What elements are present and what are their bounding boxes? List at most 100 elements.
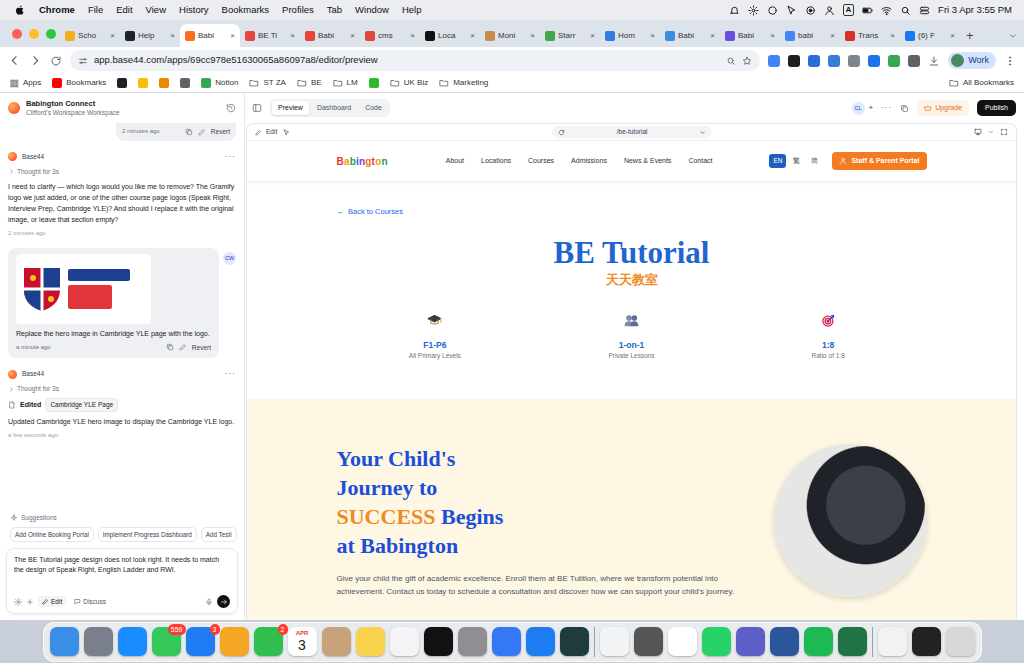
suggestion-chip[interactable]: Add Online Booking Portal [10,527,94,542]
url-text[interactable]: app.base44.com/apps/69cc978e51630065a860… [94,53,720,67]
star-icon[interactable] [742,56,752,66]
dock-app-icon[interactable] [390,627,419,656]
route-selector[interactable]: /be-tutorial [552,126,712,138]
edited-file-chip[interactable]: Cambridge YLE Page [45,398,118,412]
dock-app-icon[interactable] [50,627,79,656]
dock-app-icon[interactable] [356,627,385,656]
language-option[interactable]: EN [769,154,786,168]
bookmark[interactable] [180,78,190,88]
forward-icon[interactable] [29,54,42,67]
dock-app-icon[interactable] [878,627,907,656]
battery-icon[interactable] [862,5,873,16]
copy-icon[interactable] [900,104,909,113]
upgrade-button[interactable]: Upgrade [917,100,969,117]
tab-label[interactable]: cms [378,30,407,42]
extension-icon[interactable] [888,55,900,67]
menu-item[interactable]: Window [355,3,389,17]
tab-close-button[interactable]: × [710,30,715,42]
message-menu[interactable]: ··· [225,368,236,380]
extension-icon[interactable] [908,55,920,67]
chat-input[interactable]: The BE Tutorial page design does not loo… [6,548,238,614]
send-arrow-icon[interactable] [217,595,230,608]
chat-input-text[interactable]: The BE Tutorial page design does not loo… [14,555,230,595]
nav-link[interactable]: Contact [688,156,712,167]
record-icon[interactable] [805,5,816,16]
bookmark[interactable] [117,78,127,88]
tab-close-button[interactable]: × [650,30,655,42]
app-menu[interactable]: Chrome [39,3,75,17]
menu-item[interactable]: View [146,3,166,17]
site-logo[interactable]: Babington [337,154,388,169]
profile-button[interactable]: Work [948,52,996,70]
back-arrow[interactable]: ← [337,207,345,217]
calendar-app-icon[interactable]: APR3 [288,627,317,656]
site-settings-icon[interactable] [78,56,88,66]
address-bar[interactable]: app.base44.com/apps/69cc978e51630065a860… [70,50,760,71]
menu-item[interactable]: Profiles [282,3,314,17]
tab-label[interactable]: babi [798,30,827,42]
mode-button[interactable]: Discuss [70,596,110,608]
tab-close-button[interactable]: × [350,30,355,42]
browser-tab[interactable]: Moni× [480,24,540,47]
profile-name[interactable]: Work [968,54,989,68]
dock-app-icon[interactable] [770,627,799,656]
tab-label[interactable]: Loca [438,30,467,42]
portal-button[interactable]: Staff & Parent Portal [832,152,926,171]
tab-close-button[interactable]: × [830,30,835,42]
bookmark[interactable]: LM [333,77,358,89]
cursor-icon[interactable] [786,5,797,16]
browser-tab[interactable]: Trans× [840,24,900,47]
gear-icon[interactable] [748,5,759,16]
dock-app-icon[interactable] [600,627,629,656]
dock-app-icon[interactable] [804,627,833,656]
bookmark[interactable]: Notion [201,77,238,89]
back-icon[interactable] [8,54,21,67]
fullscreen-icon[interactable] [1000,128,1008,136]
dock-app-icon[interactable] [736,627,765,656]
clock[interactable]: Fri 3 Apr 3:55 PM [938,3,1012,17]
plus-icon[interactable] [26,598,34,606]
suggestion-chip[interactable]: Implement Progress Dashboard [98,527,197,542]
thought-toggle[interactable]: Thought for 3s [8,167,236,177]
nav-link[interactable]: About [446,156,464,167]
bookmark[interactable] [369,78,379,88]
menu-item[interactable]: Help [402,3,422,17]
nav-link[interactable]: Locations [481,156,511,167]
dock-app-icon[interactable] [84,627,113,656]
apple-logo-icon[interactable] [14,4,26,16]
gear-icon[interactable] [14,598,22,606]
tab-close-button[interactable]: × [170,30,175,42]
language-option[interactable]: 繁 [789,154,804,168]
tab-label[interactable]: BE Ti [258,30,287,42]
project-name[interactable]: Babington Connect [26,99,119,108]
browser-tab[interactable]: cms× [360,24,420,47]
extension-icon[interactable] [808,55,820,67]
tab-close-button[interactable]: × [470,30,475,42]
bookmark-label[interactable]: LM [347,77,358,89]
thought-label[interactable]: Thought for 3s [17,167,59,177]
extension-icon[interactable] [768,55,780,67]
thought-toggle[interactable]: Thought for 3s [8,384,236,394]
project-title[interactable]: Babington ConnectClifford's Workspace Wo… [26,99,119,117]
language-option[interactable]: 简 [807,154,822,168]
bookmark-label[interactable]: Bookmarks [66,77,106,89]
tab-close-button[interactable]: × [950,30,955,42]
dock-app-icon[interactable] [946,627,975,656]
mode-button[interactable]: Edit [38,596,66,608]
dock-app-icon[interactable]: 2 [254,627,283,656]
dock-app-icon[interactable] [668,627,697,656]
download-icon[interactable] [928,55,940,67]
pencil-icon[interactable] [198,128,206,136]
microphone-icon[interactable] [205,598,213,606]
nav-link[interactable]: News & Events [624,156,671,167]
dock-app-icon[interactable] [322,627,351,656]
collaborators[interactable]: CL+ [852,102,874,115]
tab-close-button[interactable]: × [410,30,415,42]
extension-icon[interactable] [788,55,800,67]
bookmark-label[interactable]: ST ZA [263,77,286,89]
input-source[interactable]: A [843,4,854,16]
search-icon[interactable] [900,5,911,16]
chevron-down-icon[interactable] [988,129,994,135]
tab-label[interactable]: Help [138,30,167,42]
bookmark[interactable]: ST ZA [249,77,286,89]
